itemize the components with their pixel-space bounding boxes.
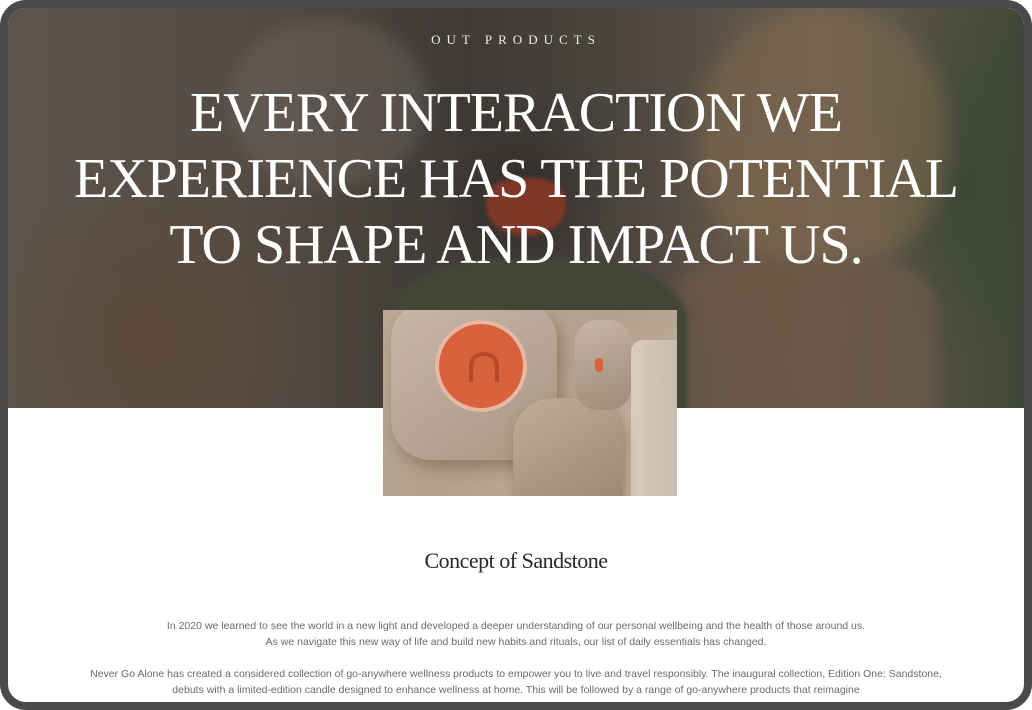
concept-paragraph-1: In 2020 we learned to see the world in a… bbox=[8, 618, 1024, 650]
product-cap-dot bbox=[595, 358, 603, 372]
hero-headline-line: EVERY INTERACTION WE bbox=[190, 82, 843, 144]
hero-headline: EVERY INTERACTION WE EXPERIENCE HAS THE … bbox=[8, 80, 1024, 278]
paragraph-line: As we navigate this new way of life and … bbox=[265, 636, 767, 648]
paragraph-line: Never Go Alone has created a considered … bbox=[90, 668, 942, 680]
hero-headline-line: TO SHAPE AND IMPACT US. bbox=[169, 214, 863, 276]
concept-title: Concept of Sandstone bbox=[424, 548, 608, 573]
section-eyebrow: OUT PRODUCTS bbox=[431, 32, 601, 47]
paragraph-line: In 2020 we learned to see the world in a… bbox=[166, 620, 866, 632]
product-case-disc bbox=[435, 320, 527, 412]
product-image bbox=[383, 310, 677, 496]
product-bottle bbox=[513, 398, 623, 496]
hero-headline-line: EXPERIENCE HAS THE POTENTIAL bbox=[73, 148, 959, 210]
paragraph-line: debuts with a limited-edition candle des… bbox=[172, 684, 860, 696]
product-tube bbox=[631, 340, 677, 496]
product-bottle-cap bbox=[575, 320, 631, 410]
brand-logo-icon bbox=[469, 352, 499, 382]
browser-frame: OUT PRODUCTS EVERY INTERACTION WE EXPERI… bbox=[0, 0, 1032, 710]
concept-paragraph-2: Never Go Alone has created a considered … bbox=[8, 666, 1024, 698]
